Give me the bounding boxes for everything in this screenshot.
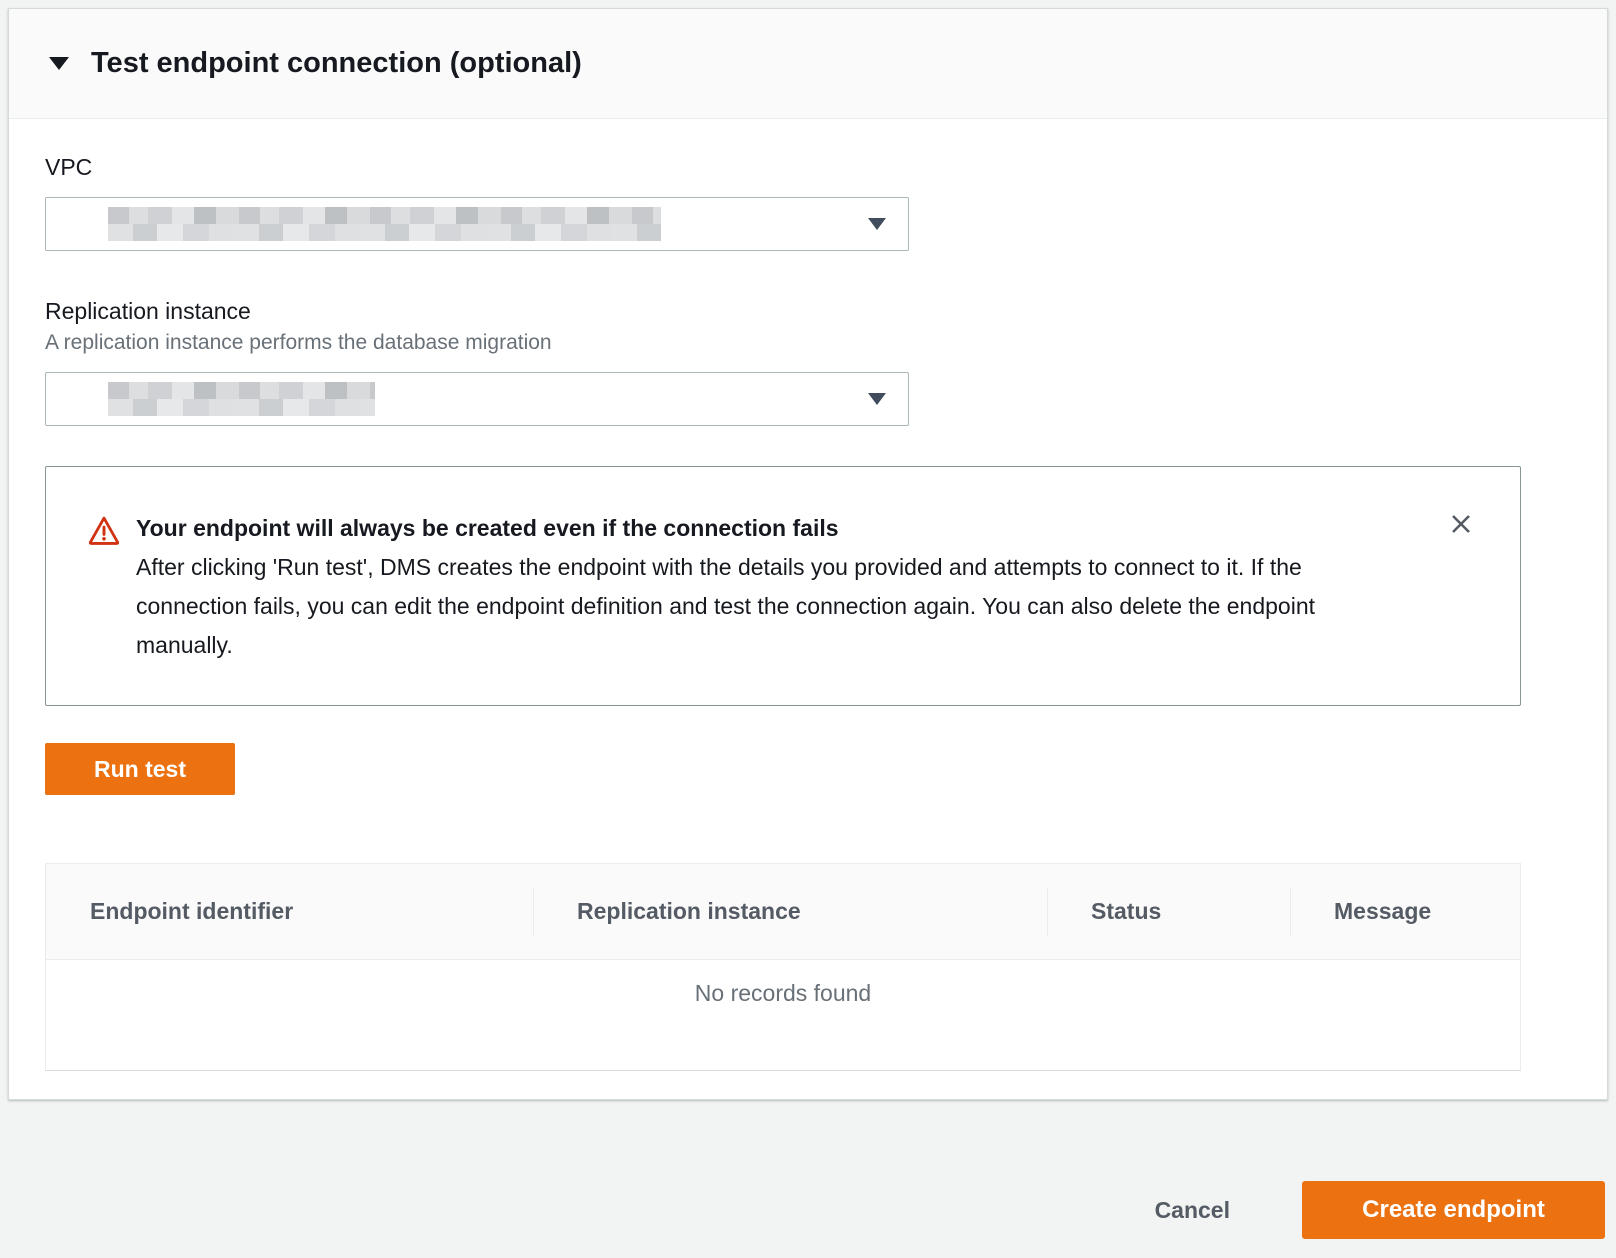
alert-title: Your endpoint will always be created eve… xyxy=(136,513,1410,543)
replication-instance-description: A replication instance performs the data… xyxy=(45,330,1571,356)
alert-content: Your endpoint will always be created eve… xyxy=(136,513,1410,665)
close-icon[interactable] xyxy=(1446,509,1476,539)
create-endpoint-button[interactable]: Create endpoint xyxy=(1302,1181,1605,1239)
column-header-message: Message xyxy=(1290,898,1520,925)
table-empty-state: No records found xyxy=(46,960,1520,1070)
caret-down-icon xyxy=(868,218,886,230)
warning-triangle-icon xyxy=(88,513,120,665)
section-header[interactable]: Test endpoint connection (optional) xyxy=(9,9,1607,119)
column-header-endpoint-identifier: Endpoint identifier xyxy=(46,898,533,925)
endpoint-warning-alert: Your endpoint will always be created eve… xyxy=(45,466,1521,706)
alert-body: After clicking 'Run test', DMS creates t… xyxy=(136,548,1410,665)
column-header-status: Status xyxy=(1047,898,1290,925)
form-actions-footer: Cancel Create endpoint xyxy=(0,1100,1616,1258)
replication-instance-label: Replication instance xyxy=(45,297,1571,325)
caret-down-icon xyxy=(868,393,886,405)
table-header-row: Endpoint identifier Replication instance… xyxy=(46,864,1520,960)
section-body: VPC Replication instance A replication i… xyxy=(9,119,1607,1071)
column-header-replication-instance: Replication instance xyxy=(533,898,1047,925)
replication-instance-select[interactable] xyxy=(45,372,909,426)
cancel-button[interactable]: Cancel xyxy=(1155,1181,1230,1239)
connection-results-table: Endpoint identifier Replication instance… xyxy=(45,863,1521,1071)
vpc-select[interactable] xyxy=(45,197,909,251)
vpc-redacted-value xyxy=(108,207,661,241)
section-title: Test endpoint connection (optional) xyxy=(91,47,582,80)
vpc-label: VPC xyxy=(45,153,1571,181)
no-records-text: No records found xyxy=(695,980,871,1070)
section-collapse-icon[interactable] xyxy=(49,57,69,70)
run-test-button[interactable]: Run test xyxy=(45,743,235,795)
test-endpoint-connection-panel: Test endpoint connection (optional) VPC … xyxy=(8,8,1608,1100)
replication-instance-redacted-value xyxy=(108,382,375,416)
